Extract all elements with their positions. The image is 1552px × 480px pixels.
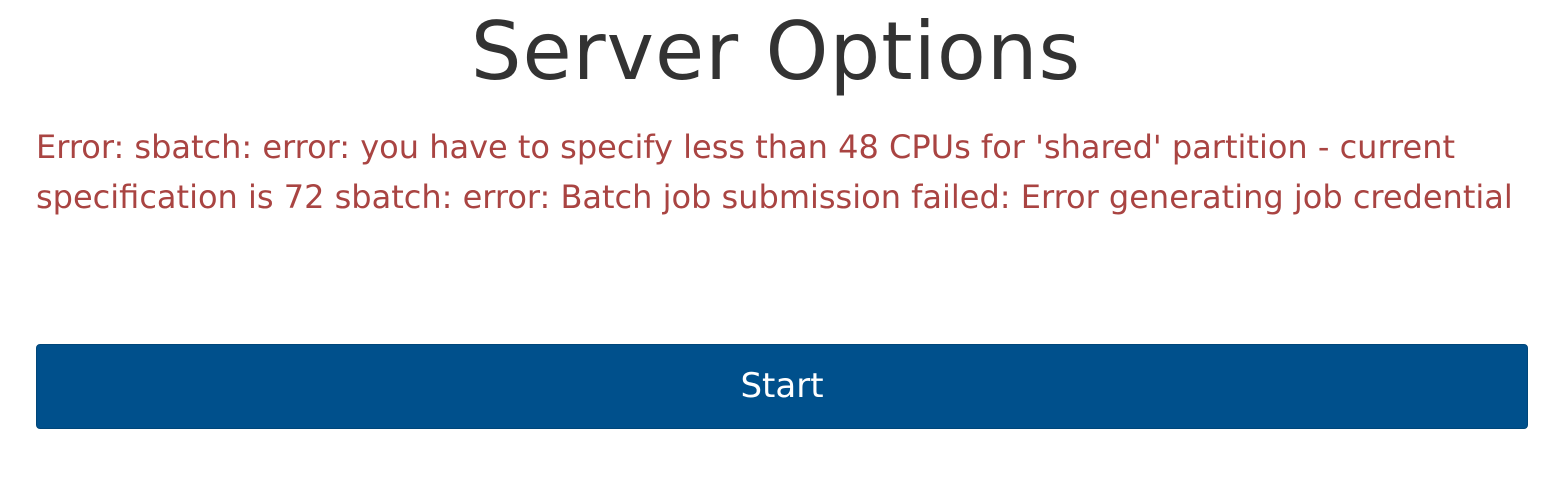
start-button[interactable]: Start xyxy=(36,344,1528,429)
page-title: Server Options xyxy=(470,5,1082,98)
server-options-page: Server Options Error: sbatch: error: you… xyxy=(0,0,1552,480)
error-message: Error: sbatch: error: you have to specif… xyxy=(36,128,1513,216)
